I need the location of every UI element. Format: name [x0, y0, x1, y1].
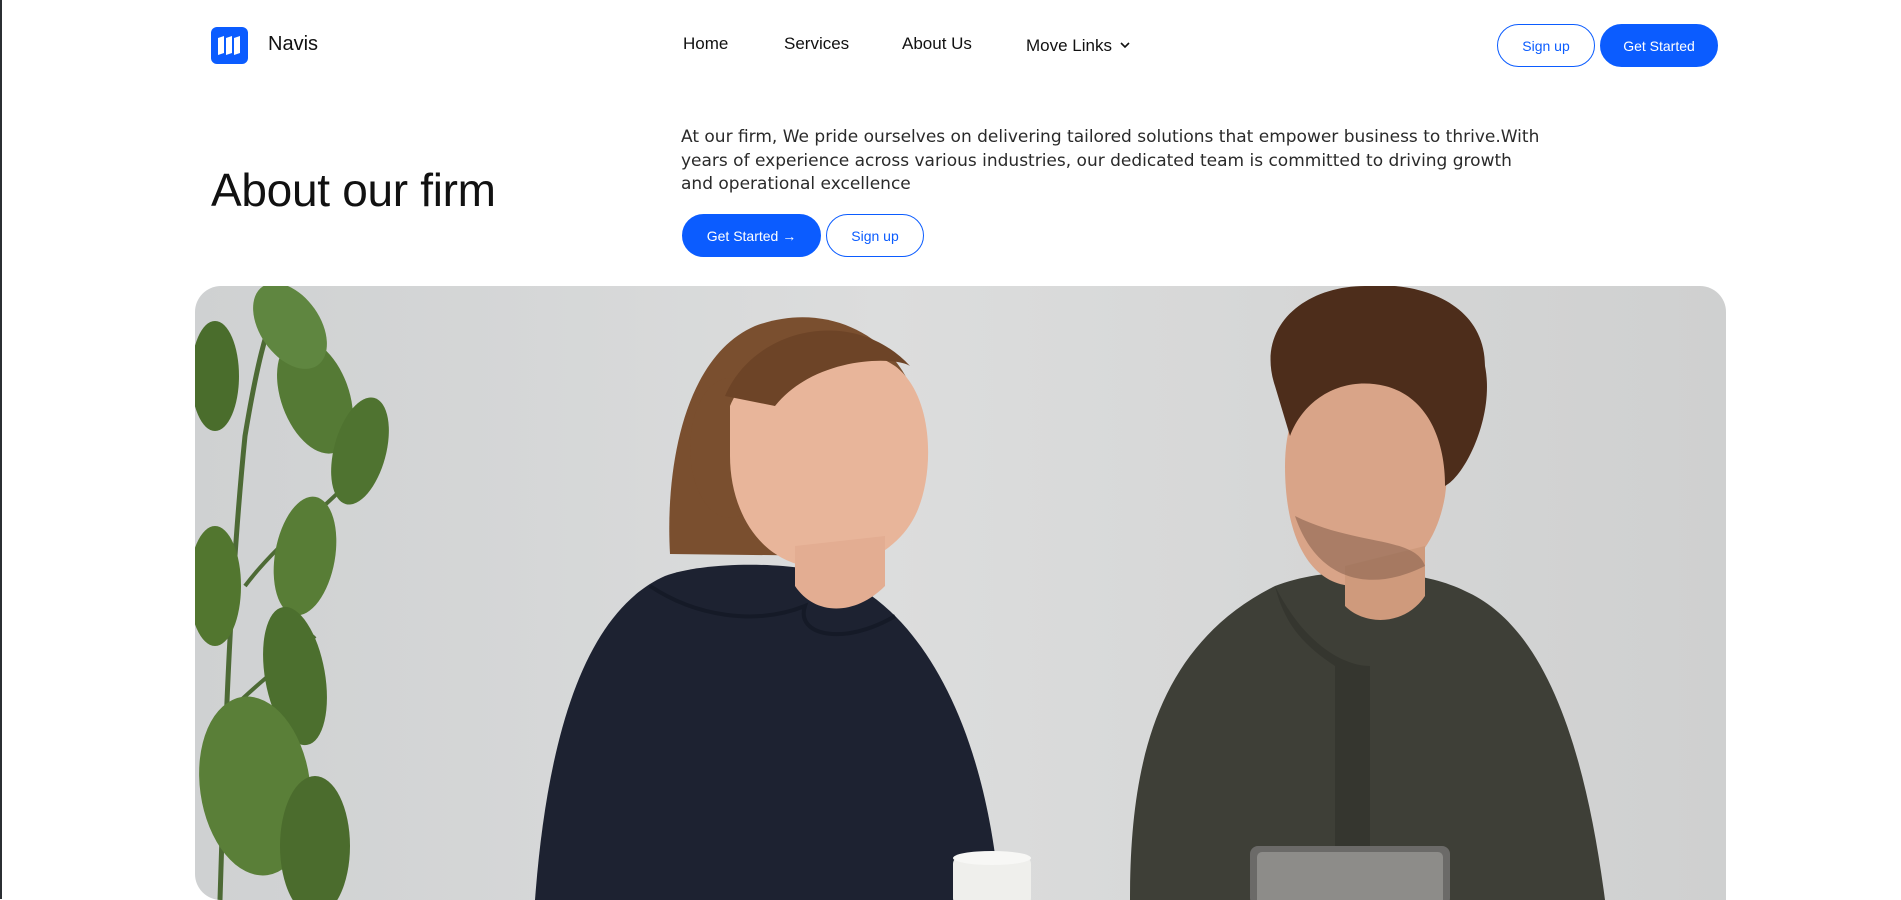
plant-illustration	[195, 286, 389, 900]
nav-move-links-dropdown[interactable]: Move Links	[1026, 34, 1130, 56]
hero-get-started-button[interactable]: Get Started →	[682, 214, 821, 257]
nav-about-us-link[interactable]: About Us	[902, 34, 972, 54]
nav-home-link[interactable]: Home	[683, 34, 728, 54]
nav-move-links-label: Move Links	[1026, 36, 1112, 55]
chevron-down-icon	[1120, 34, 1130, 54]
hero-description: At our firm, We pride ourselves on deliv…	[681, 127, 1540, 194]
top-navbar: Navis Home Services About Us Move Links …	[2, 0, 1901, 90]
nav-services-link[interactable]: Services	[784, 34, 849, 54]
man-figure	[1130, 286, 1605, 900]
team-meeting-photo	[195, 286, 1726, 900]
brand-name[interactable]: Navis	[268, 33, 318, 56]
woman-figure	[535, 317, 1031, 900]
hero-signup-button[interactable]: Sign up	[826, 214, 924, 257]
page-title: About our firm	[211, 164, 496, 216]
navis-logo-icon[interactable]	[211, 27, 248, 64]
nav-signup-button[interactable]: Sign up	[1497, 24, 1595, 67]
nav-get-started-button[interactable]: Get Started	[1600, 24, 1718, 67]
